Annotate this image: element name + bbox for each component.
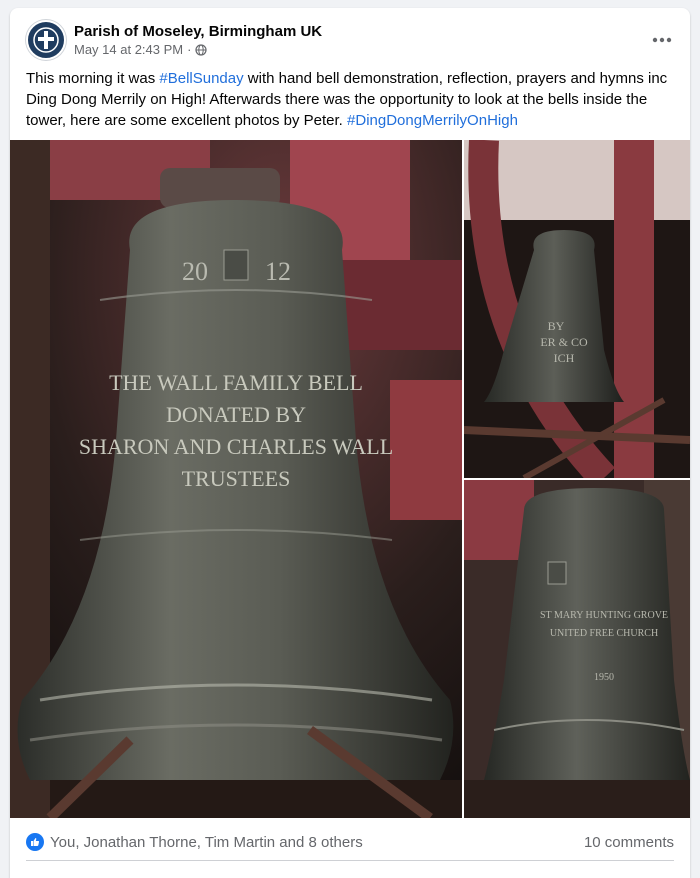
post-card: Parish of Moseley, Birmingham UK May 14 … <box>10 8 690 878</box>
photo-bell-bottom-right[interactable]: ST MARY HUNTING GROVE UNITED FREE CHURCH… <box>464 480 690 818</box>
footer-divider <box>26 860 674 861</box>
bell-inscription-line3: SHARON AND CHARLES WALL <box>79 434 393 459</box>
post-text-part1: This morning it was <box>26 70 160 87</box>
bell2-inscription-line3: ICH <box>554 351 575 365</box>
page-avatar[interactable] <box>26 20 66 60</box>
photo-grid: 20 12 THE WALL FAMILY BELL DONATED BY SH… <box>10 140 690 818</box>
more-options-icon <box>652 37 672 43</box>
hashtag-bellsunday[interactable]: #BellSunday <box>159 70 243 87</box>
comments-count[interactable]: 10 comments <box>584 834 674 851</box>
hashtag-dingdongmerrilyonhigh[interactable]: #DingDongMerrilyOnHigh <box>347 112 518 129</box>
bell-photo-image: BY ER & CO ICH <box>464 140 690 478</box>
globe-icon <box>195 44 208 56</box>
reactions-text[interactable]: You, Jonathan Thorne, Tim Martin and 8 o… <box>50 834 363 851</box>
bell-inscription-line2: DONATED BY <box>166 402 306 427</box>
bell3-inscription-line2: UNITED FREE CHURCH <box>550 628 658 639</box>
post-text: This morning it was #BellSunday with han… <box>26 68 676 131</box>
bell-photo-image: ST MARY HUNTING GROVE UNITED FREE CHURCH… <box>464 480 690 818</box>
more-options-button[interactable] <box>646 24 678 56</box>
post-meta: Parish of Moseley, Birmingham UK May 14 … <box>74 22 322 58</box>
bell-year-right: 12 <box>265 257 291 286</box>
bell2-inscription-line1: BY <box>548 319 565 333</box>
bell-year-left: 20 <box>182 257 208 286</box>
bell3-inscription-line3: 1950 <box>594 672 614 683</box>
like-icon <box>26 833 44 851</box>
bell2-inscription-line2: ER & CO <box>540 335 588 349</box>
post-footer: You, Jonathan Thorne, Tim Martin and 8 o… <box>26 830 674 854</box>
reactions-summary[interactable]: You, Jonathan Thorne, Tim Martin and 8 o… <box>26 833 363 851</box>
photo-main-bell[interactable]: 20 12 THE WALL FAMILY BELL DONATED BY SH… <box>10 140 462 818</box>
bell3-inscription-line1: ST MARY HUNTING GROVE <box>540 610 668 621</box>
bell-inscription-line4: TRUSTEES <box>182 466 291 491</box>
post-info: May 14 at 2:43 PM · <box>74 42 322 58</box>
cross-logo-icon <box>33 27 59 53</box>
info-separator: · <box>187 42 192 57</box>
page-name-link[interactable]: Parish of Moseley, Birmingham UK <box>74 22 322 42</box>
bell-photo-image: 20 12 THE WALL FAMILY BELL DONATED BY SH… <box>10 140 462 818</box>
post-timestamp[interactable]: May 14 at 2:43 PM <box>74 42 183 58</box>
bell-inscription-line1: THE WALL FAMILY BELL <box>109 370 363 395</box>
post-header: Parish of Moseley, Birmingham UK May 14 … <box>26 20 322 60</box>
photo-bell-top-right[interactable]: BY ER & CO ICH <box>464 140 690 478</box>
